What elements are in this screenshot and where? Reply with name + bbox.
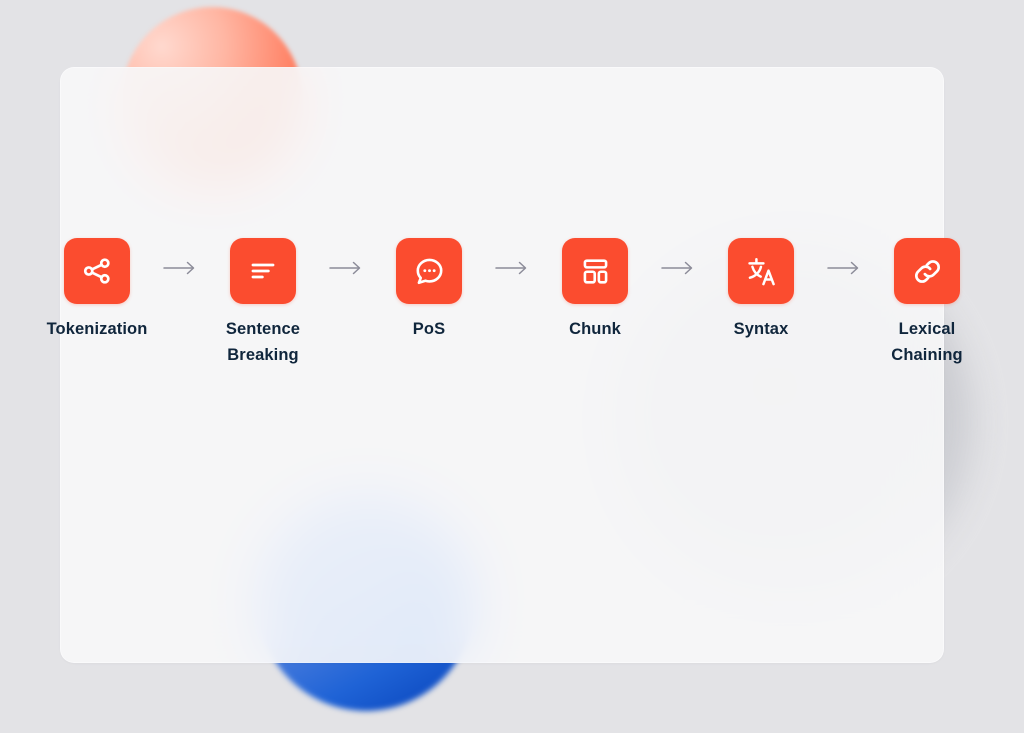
flow-arrow-icon-5 <box>821 260 867 276</box>
pipeline-step-lexical-chaining[interactable]: Lexical Chaining <box>867 238 987 368</box>
pipeline-step-label: Sentence Breaking <box>225 320 301 364</box>
speech-bubble-dots-icon <box>413 255 446 288</box>
layout-blocks-icon <box>580 256 611 287</box>
pipeline-step-pos[interactable]: PoS <box>369 238 489 343</box>
sentence-breaking-icon-tile[interactable] <box>230 238 296 304</box>
pipeline-step-label: Lexical Chaining <box>891 320 963 364</box>
nlp-pipeline-flow: Tokenization Sentence Breaking PoS Chunk… <box>0 238 1024 368</box>
pipeline-step-label: Syntax <box>733 320 789 338</box>
text-align-left-icon <box>247 255 279 287</box>
chunk-icon-tile[interactable] <box>562 238 628 304</box>
flow-arrow-icon-4 <box>655 260 701 276</box>
pipeline-step-label: PoS <box>412 320 446 338</box>
tokenization-icon-tile[interactable] <box>64 238 130 304</box>
syntax-icon-tile[interactable] <box>728 238 794 304</box>
pos-icon-tile[interactable] <box>396 238 462 304</box>
flow-arrow-icon-2 <box>323 260 369 276</box>
lexical-chaining-icon-tile[interactable] <box>894 238 960 304</box>
pipeline-step-chunk[interactable]: Chunk <box>535 238 655 343</box>
chain-link-icon <box>911 255 944 288</box>
translate-icon <box>745 255 778 288</box>
flow-arrow-icon-1 <box>157 260 203 276</box>
pipeline-step-label: Tokenization <box>46 320 148 338</box>
pipeline-step-tokenization[interactable]: Tokenization <box>37 238 157 343</box>
flow-arrow-icon-3 <box>489 260 535 276</box>
pipeline-step-syntax[interactable]: Syntax <box>701 238 821 343</box>
share-nodes-icon <box>80 254 114 288</box>
pipeline-step-label: Chunk <box>569 320 621 338</box>
pipeline-step-sentence-breaking[interactable]: Sentence Breaking <box>203 238 323 368</box>
